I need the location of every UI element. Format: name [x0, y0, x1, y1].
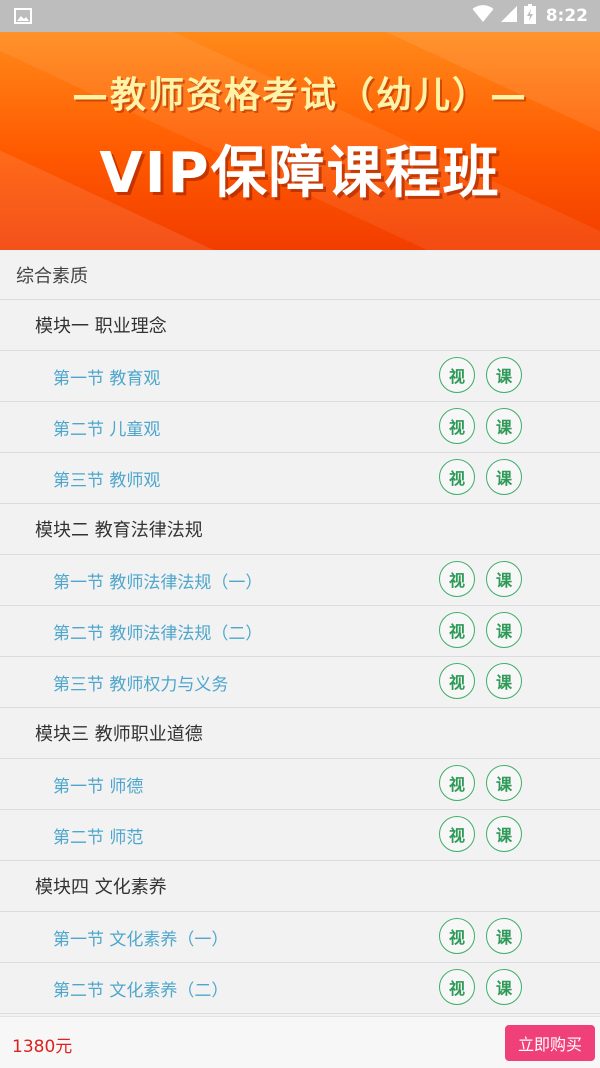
video-button[interactable]: 视 [439, 357, 475, 393]
video-button[interactable]: 视 [439, 408, 475, 444]
wifi-icon [472, 5, 494, 27]
banner-title: VIP保障课程班 [99, 141, 501, 206]
lesson-button[interactable]: 课 [486, 918, 522, 954]
section-row[interactable]: 第一节 文化素养（一） 视 课 [0, 912, 600, 963]
section-row[interactable]: 第二节 儿童观 视 课 [0, 402, 600, 453]
video-button[interactable]: 视 [439, 612, 475, 648]
section-title: 第一节 师德 [53, 776, 144, 797]
section-row[interactable]: 第三节 教师权力与义务 视 课 [0, 657, 600, 708]
lesson-button[interactable]: 课 [486, 408, 522, 444]
module-header[interactable]: 模块二 教育法律法规 [0, 504, 600, 555]
price-label: 1380元 [12, 1037, 73, 1057]
video-button[interactable]: 视 [439, 969, 475, 1005]
course-list: 综合素质 模块一 职业理念 第一节 教育观 视 课 第二节 儿童观 视 课 第三… [0, 250, 600, 1014]
bottom-bar: 1380元 立即购买 [0, 1016, 600, 1068]
module-header[interactable]: 模块一 职业理念 [0, 300, 600, 351]
lesson-button[interactable]: 课 [486, 357, 522, 393]
section-title: 第二节 文化素养（二） [53, 980, 229, 1001]
section-title: 第一节 教师法律法规（一） [53, 572, 263, 593]
section-title: 第三节 教师观 [53, 470, 161, 491]
section-row[interactable]: 第二节 文化素养（二） 视 课 [0, 963, 600, 1014]
lesson-button[interactable]: 课 [486, 969, 522, 1005]
module-title: 模块一 职业理念 [35, 316, 167, 337]
section-title: 第三节 教师权力与义务 [53, 674, 229, 695]
video-button[interactable]: 视 [439, 459, 475, 495]
lesson-button[interactable]: 课 [486, 663, 522, 699]
lesson-button[interactable]: 课 [486, 561, 522, 597]
category-label: 综合素质 [16, 265, 88, 287]
module-title: 模块三 教师职业道德 [35, 724, 203, 745]
video-button[interactable]: 视 [439, 918, 475, 954]
image-icon [14, 8, 32, 28]
lesson-button[interactable]: 课 [486, 816, 522, 852]
status-bar: 8:22 [0, 0, 600, 32]
signal-icon [500, 5, 518, 27]
lesson-button[interactable]: 课 [486, 765, 522, 801]
section-row[interactable]: 第一节 师德 视 课 [0, 759, 600, 810]
course-banner: —教师资格考试（幼儿）— VIP保障课程班 [0, 32, 600, 250]
status-time: 8:22 [545, 6, 588, 26]
module-title: 模块四 文化素养 [35, 877, 167, 898]
section-title: 第二节 师范 [53, 827, 144, 848]
banner-subtitle: —教师资格考试（幼儿）— [71, 75, 528, 116]
section-title: 第二节 教师法律法规（二） [53, 623, 263, 644]
module-title: 模块二 教育法律法规 [35, 520, 203, 541]
lesson-button[interactable]: 课 [486, 612, 522, 648]
section-row[interactable]: 第三节 教师观 视 课 [0, 453, 600, 504]
section-title: 第二节 儿童观 [53, 419, 161, 440]
section-row[interactable]: 第二节 师范 视 课 [0, 810, 600, 861]
section-row[interactable]: 第二节 教师法律法规（二） 视 课 [0, 606, 600, 657]
video-button[interactable]: 视 [439, 561, 475, 597]
buy-now-button[interactable]: 立即购买 [505, 1025, 595, 1061]
video-button[interactable]: 视 [439, 663, 475, 699]
section-title: 第一节 教育观 [53, 368, 161, 389]
module-header[interactable]: 模块四 文化素养 [0, 861, 600, 912]
section-title: 第一节 文化素养（一） [53, 929, 229, 950]
video-button[interactable]: 视 [439, 816, 475, 852]
module-header[interactable]: 模块三 教师职业道德 [0, 708, 600, 759]
category-header: 综合素质 [0, 250, 600, 300]
battery-icon [523, 4, 536, 28]
section-row[interactable]: 第一节 教师法律法规（一） 视 课 [0, 555, 600, 606]
lesson-button[interactable]: 课 [486, 459, 522, 495]
section-row[interactable]: 第一节 教育观 视 课 [0, 351, 600, 402]
video-button[interactable]: 视 [439, 765, 475, 801]
